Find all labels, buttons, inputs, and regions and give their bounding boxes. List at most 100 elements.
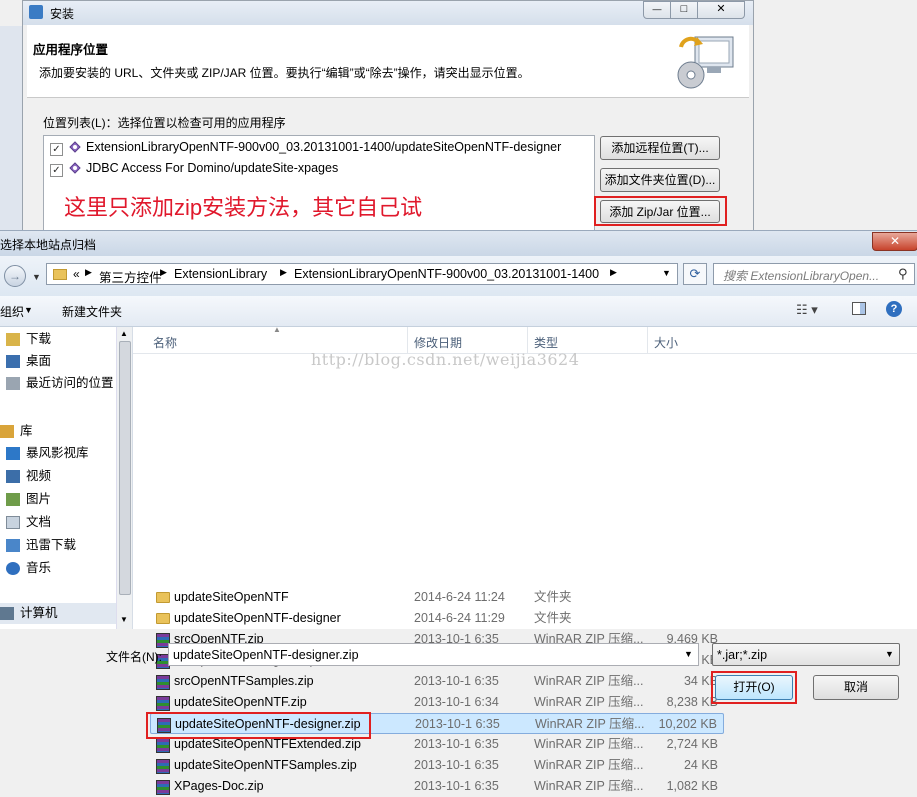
- open-button[interactable]: 打开(O): [715, 675, 793, 700]
- file-size: 2,724 KB: [666, 737, 718, 751]
- file-type-select[interactable]: *.jar;*.zip ▼: [712, 643, 900, 666]
- nav-item-videos[interactable]: 视频: [6, 466, 51, 487]
- file-type: WinRAR ZIP 压缩...: [535, 717, 645, 731]
- location-checkbox-2[interactable]: ✓: [50, 164, 63, 177]
- file-date: 2014-6-24 11:24: [414, 590, 505, 604]
- file-name: XPages-Doc.zip: [174, 779, 264, 793]
- location-checkbox-1[interactable]: ✓: [50, 143, 63, 156]
- zip-archive-icon: [156, 696, 170, 711]
- breadcrumb-item[interactable]: ExtensionLibrary: [174, 267, 267, 281]
- download-icon: [6, 333, 20, 347]
- selected-file-highlight: [146, 712, 371, 739]
- minimize-button[interactable]: —: [643, 1, 671, 19]
- refresh-button[interactable]: ⟳: [683, 263, 707, 285]
- file-type-value: *.jar;*.zip: [717, 648, 768, 662]
- help-icon[interactable]: ?: [886, 301, 902, 317]
- file-date: 2013-10-1 6:35: [414, 779, 499, 793]
- file-row[interactable]: updateSiteOpenNTF-designer 2014-6-24 11:2…: [150, 608, 724, 629]
- file-dialog-title: 选择本地站点归档: [0, 238, 97, 252]
- close-button[interactable]: ✕: [872, 232, 917, 251]
- nav-item-thunder[interactable]: 迅雷下载: [6, 535, 76, 556]
- zip-archive-icon: [156, 759, 170, 774]
- toolbar: [0, 296, 917, 327]
- zip-archive-icon: [156, 675, 170, 690]
- search-input[interactable]: 搜索 ExtensionLibraryOpen... ⚲: [713, 263, 915, 285]
- location-list-label: 位置列表(L)：选择位置以检查可用的应用程序: [43, 116, 286, 130]
- add-zip-jar-button[interactable]: 添加 Zip/Jar 位置...: [600, 200, 720, 223]
- column-size[interactable]: 大小: [654, 334, 678, 351]
- zip-archive-icon: [156, 738, 170, 753]
- nav-item-computer[interactable]: 计算机: [0, 603, 116, 624]
- sort-indicator-icon: ▲: [273, 325, 281, 334]
- file-row[interactable]: XPages-Doc.zip 2013-10-1 6:35 WinRAR ZIP 压…: [150, 776, 724, 797]
- install-dialog: 安装 — □ ✕ 应用程序位置 添加要安装的 URL、文件夹或 ZIP/JAR …: [22, 0, 754, 238]
- address-dropdown-icon[interactable]: ▼: [662, 268, 671, 278]
- forward-button[interactable]: →: [4, 265, 26, 287]
- nav-item-downloads[interactable]: 下载: [6, 329, 51, 350]
- file-type: WinRAR ZIP 压缩...: [534, 674, 644, 688]
- location-item-1[interactable]: ExtensionLibraryOpenNTF-900v00_03.201310…: [86, 140, 561, 154]
- breadcrumb-item[interactable]: ExtensionLibraryOpenNTF-900v00_03.201310…: [294, 267, 599, 281]
- nav-item-pictures[interactable]: 图片: [6, 489, 51, 510]
- file-list: ▲ 名称 修改日期 类型 大小 http://blog.csdn.net/wei…: [133, 325, 917, 629]
- folder-icon: [53, 269, 67, 280]
- nav-scrollbar-thumb[interactable]: [119, 341, 131, 595]
- breadcrumb-item[interactable]: 第三方控件: [99, 267, 162, 286]
- filename-dropdown-icon[interactable]: ▼: [684, 649, 693, 659]
- close-button[interactable]: ✕: [697, 1, 745, 19]
- file-type: 文件夹: [534, 590, 572, 604]
- nav-item-music[interactable]: 音乐: [6, 558, 51, 579]
- folder-icon: [156, 613, 170, 624]
- address-bar[interactable]: « ▶ 第三方控件 ▶ ExtensionLibrary ▶ Extension…: [46, 263, 678, 285]
- column-name[interactable]: 名称: [153, 334, 177, 351]
- file-date: 2014-6-24 11:29: [414, 611, 505, 625]
- add-remote-location-button[interactable]: 添加远程位置(T)...: [600, 136, 720, 160]
- view-options-icon[interactable]: ☷ ▾: [796, 302, 818, 318]
- breadcrumb-sep-icon: ▶: [280, 267, 287, 277]
- file-dialog: 选择本地站点归档 ✕ → ▼ « ▶ 第三方控件 ▶ ExtensionLibr…: [0, 230, 917, 795]
- thunder-download-icon: [6, 539, 20, 553]
- filename-input[interactable]: updateSiteOpenNTF-designer.zip ▼: [168, 643, 699, 666]
- install-title: 安装: [50, 7, 75, 21]
- file-date: 2013-10-1 6:35: [414, 737, 499, 751]
- nav-item-baofeng[interactable]: 暴风影视库: [6, 443, 89, 464]
- location-list[interactable]: ✓ ExtensionLibraryOpenNTF-900v00_03.2013…: [43, 135, 595, 237]
- file-size: 24 KB: [683, 758, 718, 772]
- organize-button[interactable]: 组织: [0, 303, 24, 320]
- cancel-button[interactable]: 取消: [813, 675, 899, 700]
- column-date[interactable]: 修改日期: [414, 334, 462, 351]
- maximize-button[interactable]: □: [670, 1, 698, 19]
- nav-item-desktop[interactable]: 桌面: [6, 351, 51, 372]
- plugin-icon: [68, 161, 82, 175]
- scroll-down-icon[interactable]: ▼: [120, 615, 128, 624]
- navigation-pane: 下载 桌面 最近访问的位置 库 暴风影视库 视频 图片 文档 迅雷下载 音乐 计…: [0, 327, 133, 629]
- file-date: 2013-10-1 6:35: [414, 674, 499, 688]
- column-type[interactable]: 类型: [534, 334, 558, 351]
- file-type: WinRAR ZIP 压缩...: [534, 779, 644, 793]
- nav-scrollbar[interactable]: ▲ ▼: [116, 327, 132, 629]
- breadcrumb-sep-icon: ▶: [85, 267, 92, 277]
- library-icon: [0, 425, 14, 439]
- history-dropdown-icon[interactable]: ▼: [32, 272, 41, 282]
- video-icon: [6, 470, 20, 484]
- file-name: updateSiteOpenNTF: [174, 590, 289, 604]
- file-type-dropdown-icon: ▼: [885, 649, 894, 659]
- file-dialog-titlebar: [0, 230, 917, 257]
- organize-dropdown-icon: ▼: [24, 305, 33, 315]
- file-date: 2013-10-1 6:35: [414, 758, 499, 772]
- breadcrumb-overflow[interactable]: «: [73, 267, 80, 281]
- add-folder-location-button[interactable]: 添加文件夹位置(D)...: [600, 168, 720, 192]
- nav-item-recent[interactable]: 最近访问的位置: [6, 373, 114, 394]
- nav-item-documents[interactable]: 文档: [6, 512, 51, 533]
- scroll-up-icon[interactable]: ▲: [120, 329, 128, 338]
- new-folder-button[interactable]: 新建文件夹: [62, 303, 122, 320]
- file-row[interactable]: srcOpenNTFSamples.zip 2013-10-1 6:35 WinRA…: [150, 671, 724, 692]
- plugin-icon: [68, 140, 82, 154]
- file-row[interactable]: updateSiteOpenNTFSamples.zip 2013-10-1 6:…: [150, 755, 724, 776]
- page-heading: 应用程序位置: [33, 43, 109, 57]
- preview-pane-icon[interactable]: [852, 302, 866, 315]
- nav-item-libraries[interactable]: 库: [0, 421, 33, 442]
- install-wizard-icon: [673, 33, 737, 91]
- file-row[interactable]: updateSiteOpenNTF 2014-6-24 11:24 文件夹: [150, 587, 724, 608]
- location-item-2[interactable]: JDBC Access For Domino/updateSite-xpages: [86, 161, 338, 175]
